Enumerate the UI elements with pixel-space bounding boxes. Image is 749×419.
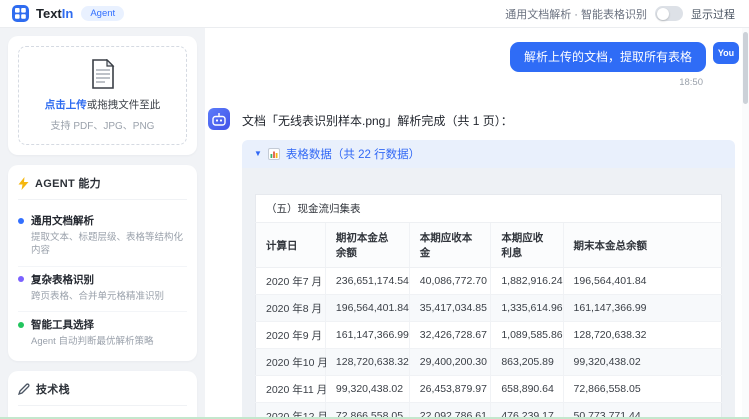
capability-item-smart-tools: 智能工具选择 Agent 自动判断最优解析策略 <box>18 312 187 349</box>
agent-capabilities-card: AGENT 能力 通用文档解析 提取文本、标题层级、表格等结构化内容 复杂表格识… <box>8 165 197 361</box>
column-header: 本期应收利息 <box>491 223 563 268</box>
agent-badge: Agent <box>81 6 124 21</box>
message-timestamp: 18:50 <box>208 77 703 88</box>
chat-panel: 解析上传的文档，提取所有表格 You 18:50 文档「无线表识别样本.png」… <box>205 28 749 419</box>
agent-capabilities-header: AGENT 能力 <box>18 175 187 200</box>
chevron-down-icon: ▼ <box>254 150 262 158</box>
toggle-knob <box>657 8 669 20</box>
bullet-dot-icon <box>18 218 24 224</box>
column-header: 本期应收本金 <box>409 223 491 268</box>
table-row: 2020 年9 月161,147,366.9932,426,728.671,08… <box>256 322 722 349</box>
textin-logo-grid-icon <box>12 5 29 22</box>
table-row: 2020 年10 月128,720,638.3229,400,200.30863… <box>256 349 722 376</box>
show-process-label: 显示过程 <box>691 6 735 22</box>
capability-item-complex-table: 复杂表格识别 跨页表格、合并单元格精准识别 <box>18 267 187 313</box>
top-bar: TextIn Agent 通用文档解析 · 智能表格识别 显示过程 <box>0 0 749 28</box>
user-avatar: You <box>713 42 739 64</box>
scrollbar-thumb[interactable] <box>743 32 748 104</box>
upload-hint: 支持 PDF、JPG、PNG <box>25 117 180 132</box>
bot-message-row: 文档「无线表识别样本.png」解析完成（共 1 页）： ▼ 表格数据（共 22 … <box>208 108 741 419</box>
bot-message-text: 文档「无线表识别样本.png」解析完成（共 1 页）： <box>242 108 735 129</box>
cashflow-table: （五）现金流归集表 计算日 期初本金总余额 本期应收本金 本期应收利息 期末本金… <box>255 194 722 419</box>
tech-stack-header: 技术栈 <box>18 381 187 406</box>
upload-instruction: 点击上传或拖拽文件至此 <box>25 97 180 112</box>
robot-avatar-icon <box>208 108 230 130</box>
table-scroll-panel[interactable]: （五）现金流归集表 计算日 期初本金总余额 本期应收本金 本期应收利息 期末本金… <box>242 168 735 419</box>
column-header: 期末本金总余额 <box>563 223 721 268</box>
bar-chart-icon <box>268 148 280 160</box>
brand-title: TextIn <box>36 6 73 21</box>
upload-document-icon <box>90 59 116 89</box>
column-header: 期初本金总余额 <box>325 223 409 268</box>
column-header: 计算日 <box>256 223 326 268</box>
tech-stack-card: 技术栈 AgentCore 代理平台 Strands Agents SDK Am… <box>8 371 197 419</box>
table-caption-row: （五）现金流归集表 <box>256 195 722 223</box>
pen-icon <box>18 383 30 395</box>
table-data-expander[interactable]: ▼ 表格数据（共 22 行数据） <box>242 140 735 168</box>
table-header-row: 计算日 期初本金总余额 本期应收本金 本期应收利息 期末本金总余额 <box>256 223 722 268</box>
show-process-toggle[interactable] <box>655 6 683 21</box>
capability-item-general-parse: 通用文档解析 提取文本、标题层级、表格等结构化内容 <box>18 208 187 267</box>
upload-card: 点击上传或拖拽文件至此 支持 PDF、JPG、PNG <box>8 36 197 155</box>
expander-label: 表格数据（共 22 行数据） <box>286 146 420 162</box>
lightning-icon <box>18 177 29 190</box>
upload-dropzone[interactable]: 点击上传或拖拽文件至此 支持 PDF、JPG、PNG <box>18 46 187 145</box>
bullet-dot-icon <box>18 276 24 282</box>
mode-label: 通用文档解析 · 智能表格识别 <box>505 6 647 22</box>
sidebar: 点击上传或拖拽文件至此 支持 PDF、JPG、PNG AGENT 能力 通用文档… <box>0 28 205 419</box>
user-message-bubble: 解析上传的文档，提取所有表格 <box>510 42 706 72</box>
table-row: 2020 年8 月196,564,401.8435,417,034.851,33… <box>256 295 722 322</box>
table-row: 2020 年11 月99,320,438.0226,453,879.97658,… <box>256 376 722 403</box>
table-caption: （五）现金流归集表 <box>256 195 722 223</box>
upload-link[interactable]: 点击上传 <box>45 99 87 111</box>
user-message-row: 解析上传的文档，提取所有表格 You <box>208 42 741 72</box>
bullet-dot-icon <box>18 322 24 328</box>
window-scrollbar[interactable] <box>742 28 749 419</box>
table-row: 2020 年7 月236,651,174.5440,086,772.701,88… <box>256 268 722 295</box>
